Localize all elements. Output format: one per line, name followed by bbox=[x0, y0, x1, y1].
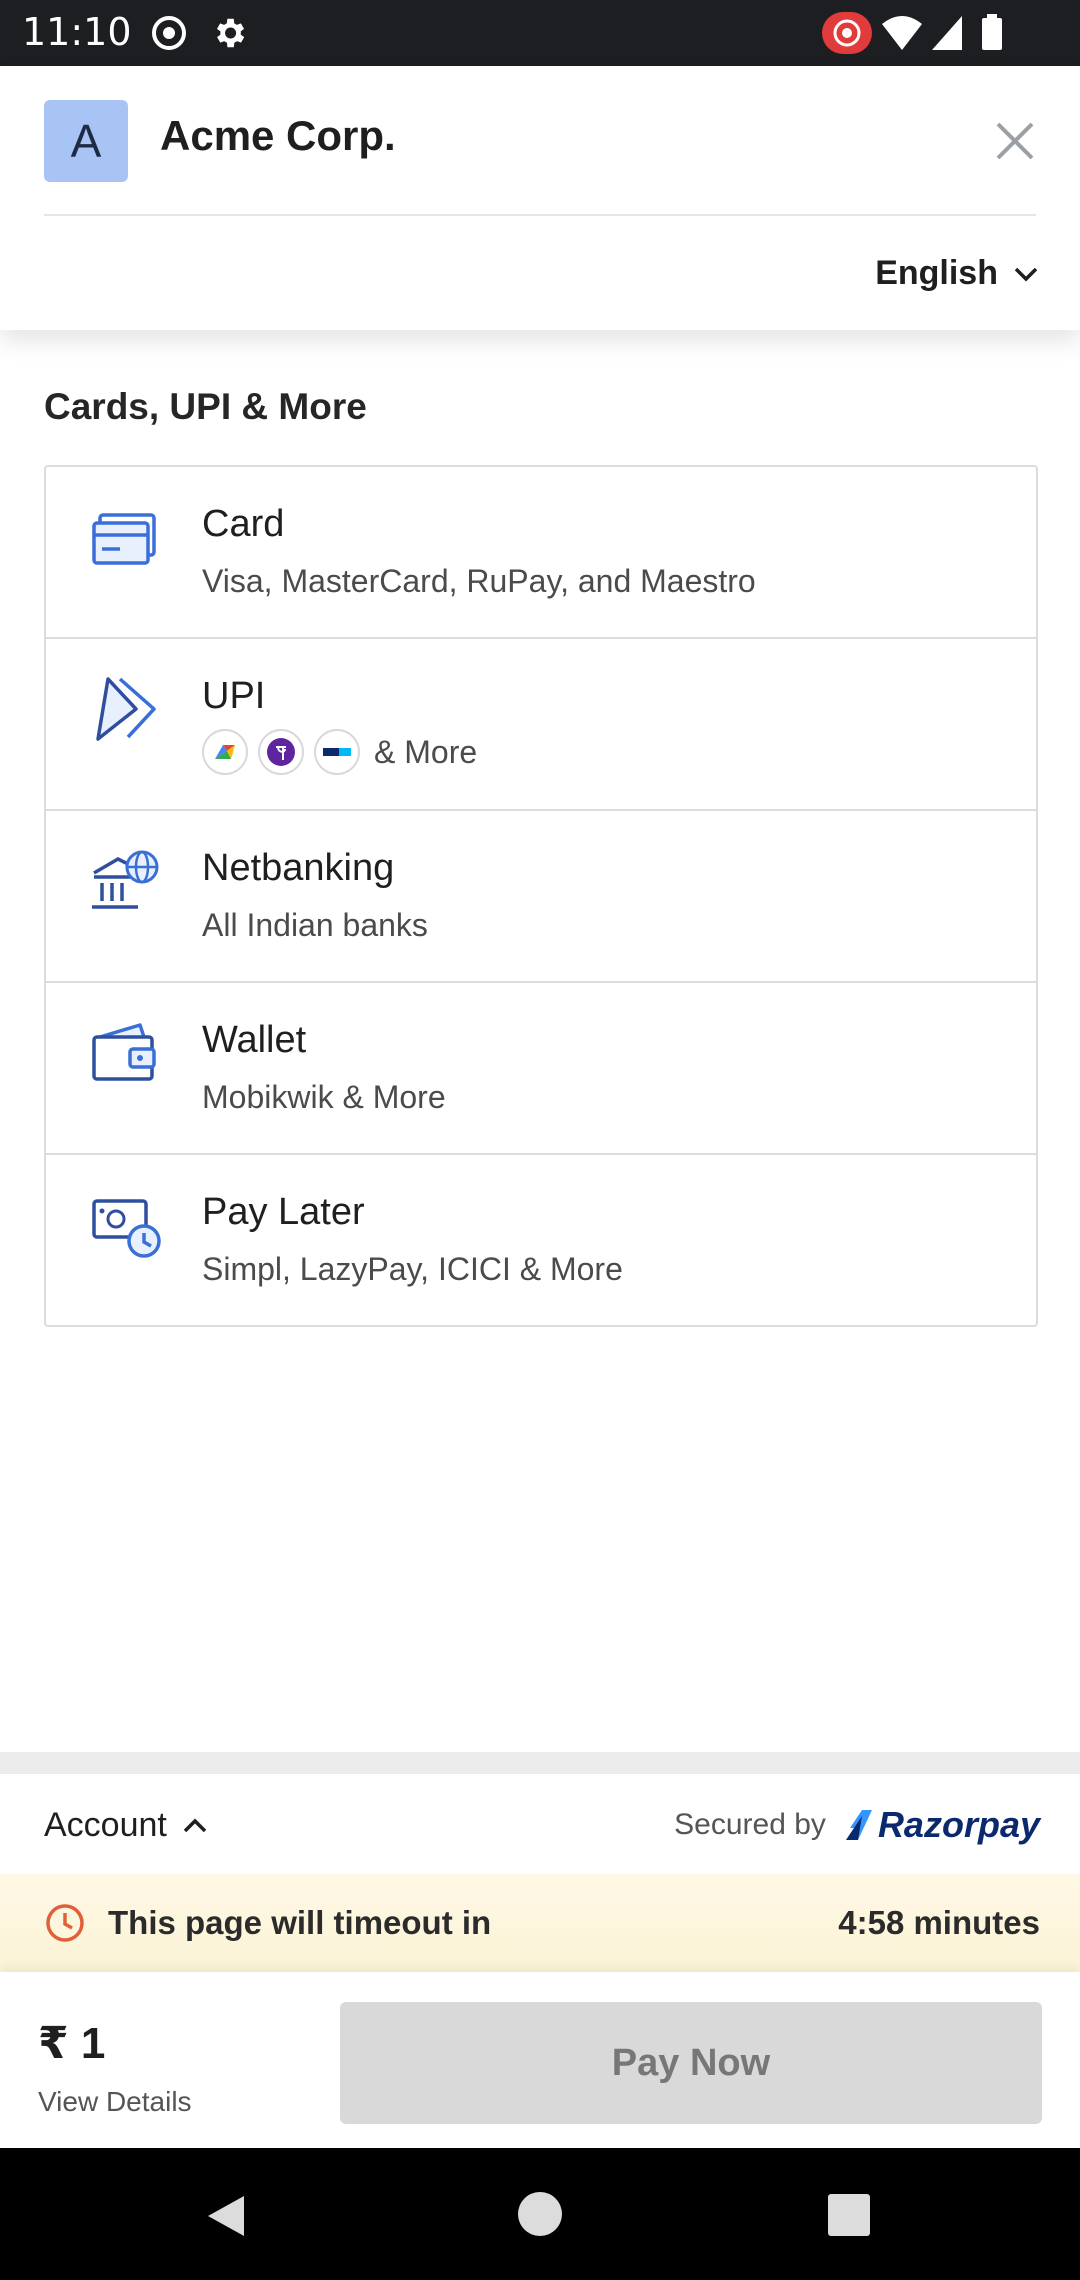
method-title: Card bbox=[202, 503, 285, 545]
payment-method-netbanking[interactable]: Netbanking All Indian banks bbox=[46, 811, 1036, 983]
method-subtitle: Visa, MasterCard, RuPay, and Maestro bbox=[202, 563, 756, 599]
timeout-countdown: 4:58 minutes bbox=[838, 1904, 1040, 1941]
paylater-icon bbox=[92, 1199, 161, 1258]
merchant-avatar: A bbox=[44, 100, 128, 182]
razorpay-logo: Razorpay bbox=[844, 1804, 1040, 1846]
bank-icon bbox=[92, 850, 159, 909]
chevron-up-icon bbox=[183, 1818, 207, 1832]
chevron-down-icon bbox=[1014, 267, 1038, 281]
status-bar: 11:10 bbox=[0, 0, 1080, 66]
clock-icon bbox=[46, 1904, 84, 1942]
payment-method-wallet[interactable]: Wallet Mobikwik & More bbox=[46, 983, 1036, 1155]
screen-record-status-icon bbox=[152, 16, 186, 50]
pay-bar: ₹ 1 View Details Pay Now bbox=[0, 1972, 1080, 2148]
payment-methods-list: Card Visa, MasterCard, RuPay, and Maestr… bbox=[44, 465, 1038, 1327]
payment-method-upi[interactable]: UPI & More bbox=[46, 639, 1036, 811]
wallet-icon bbox=[92, 1023, 156, 1081]
timeout-banner: This page will timeout in 4:58 minutes bbox=[0, 1874, 1080, 1972]
payment-method-paylater[interactable]: Pay Later Simpl, LazyPay, ICICI & More bbox=[46, 1155, 1036, 1325]
language-label: English bbox=[875, 254, 998, 292]
close-icon[interactable] bbox=[990, 116, 1040, 166]
account-toggle[interactable]: Account bbox=[44, 1806, 209, 1845]
merchant-name: Acme Corp. bbox=[160, 112, 396, 159]
total-amount: ₹ 1 bbox=[38, 2019, 106, 2068]
method-title: Netbanking bbox=[202, 847, 395, 889]
recents-icon[interactable] bbox=[828, 2194, 870, 2236]
settings-gear-icon bbox=[216, 18, 245, 48]
timeout-message: This page will timeout in bbox=[108, 1904, 492, 1941]
pay-now-button[interactable]: Pay Now bbox=[340, 2002, 1042, 2124]
razorpay-mark-icon bbox=[845, 1810, 872, 1840]
secured-by-badge: Secured by Razorpay bbox=[674, 1804, 1040, 1846]
home-icon[interactable] bbox=[518, 2192, 562, 2236]
view-details-link[interactable]: View Details bbox=[38, 2086, 192, 2118]
signal-icon bbox=[932, 16, 962, 50]
language-selector[interactable]: English bbox=[875, 254, 1040, 293]
account-bar: Account Secured by Razorpay bbox=[0, 1774, 1080, 1874]
recording-indicator bbox=[822, 12, 872, 54]
payment-method-card[interactable]: Card Visa, MasterCard, RuPay, and Maestr… bbox=[46, 467, 1036, 639]
method-title: Wallet bbox=[202, 1019, 307, 1061]
upi-icon bbox=[96, 677, 156, 741]
status-time: 11:10 bbox=[22, 10, 132, 54]
method-subtitle: All Indian banks bbox=[202, 907, 428, 943]
section-title: Cards, UPI & More bbox=[44, 386, 367, 427]
upi-more-label: & More bbox=[374, 733, 478, 770]
method-subtitle: Simpl, LazyPay, ICICI & More bbox=[202, 1251, 623, 1287]
account-label: Account bbox=[44, 1806, 167, 1844]
battery-icon bbox=[982, 14, 1002, 50]
method-title: Pay Later bbox=[202, 1191, 365, 1233]
upi-apps-row: & More bbox=[202, 729, 477, 775]
method-title: UPI bbox=[202, 675, 266, 717]
phonepe-icon bbox=[258, 729, 304, 775]
wifi-icon bbox=[882, 16, 922, 50]
google-pay-icon bbox=[202, 729, 248, 775]
secured-by-label: Secured by bbox=[674, 1808, 826, 1841]
card-icon bbox=[92, 513, 156, 565]
method-subtitle: Mobikwik & More bbox=[202, 1079, 446, 1115]
footer-separator bbox=[0, 1752, 1080, 1774]
paytm-icon bbox=[314, 729, 360, 775]
checkout-header: A Acme Corp. English bbox=[0, 66, 1080, 330]
razorpay-brand: Razorpay bbox=[877, 1804, 1040, 1845]
header-divider bbox=[44, 214, 1036, 216]
system-nav-bar bbox=[0, 2148, 1080, 2280]
back-icon[interactable] bbox=[204, 2192, 248, 2240]
